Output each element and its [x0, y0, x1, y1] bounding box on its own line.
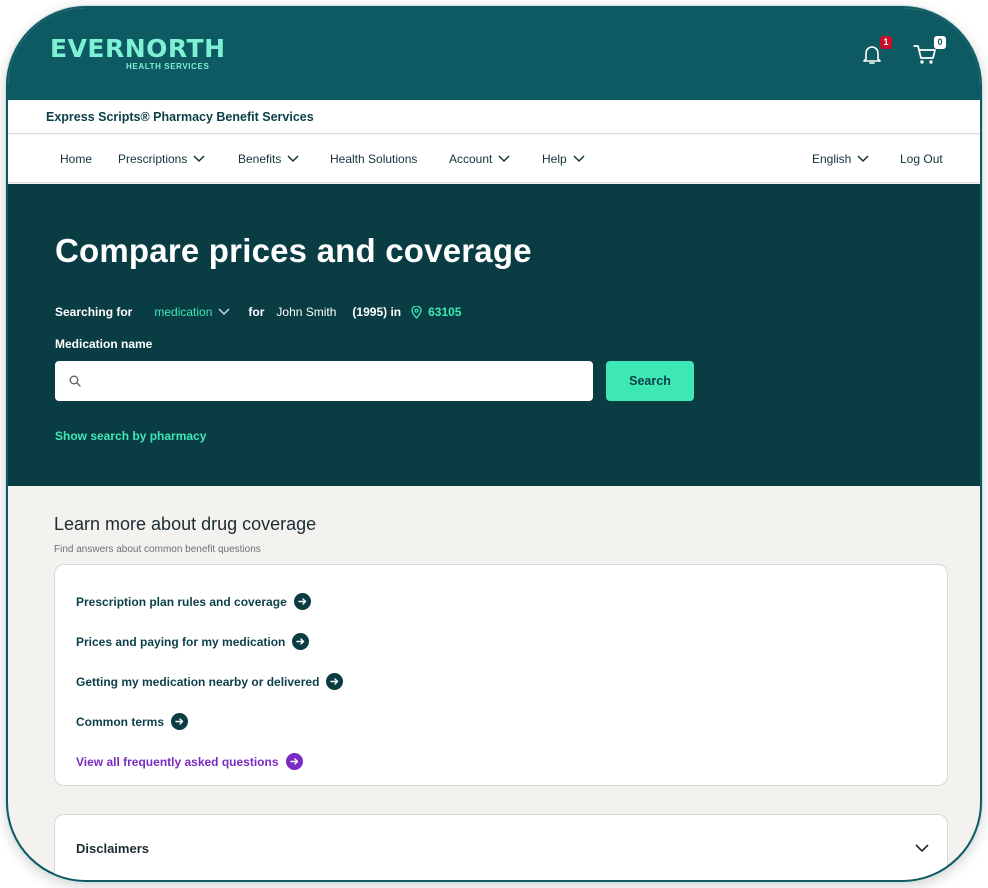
view-all-faq-link[interactable]: View all frequently asked questions	[76, 753, 303, 770]
nav-logout[interactable]: Log Out	[900, 152, 943, 166]
disclaimers-label: Disclaimers	[76, 841, 149, 856]
search-button[interactable]: Search	[606, 361, 694, 401]
hero-section: Compare prices and coverage Searching fo…	[8, 184, 980, 486]
faq-link-label: Getting my medication nearby or delivere…	[76, 674, 320, 689]
nav-prescriptions[interactable]: Prescriptions	[118, 152, 205, 166]
logo-subtitle: HEALTH SERVICES	[126, 62, 210, 71]
faq-link-plan-rules[interactable]: Prescription plan rules and coverage	[76, 593, 311, 610]
nav-prescriptions-label: Prescriptions	[118, 152, 188, 166]
brand-bar: EVERNORTH HEALTH SERVICES 1 0	[8, 8, 980, 100]
nav-home-label: Home	[60, 152, 93, 166]
nav-benefits-label: Benefits	[238, 152, 282, 166]
cart-badge: 0	[934, 36, 946, 49]
faq-link-label: Prices and paying for my medication	[76, 634, 286, 649]
for-label: for	[248, 305, 265, 319]
zip-selector[interactable]: 63105	[411, 305, 461, 319]
nav-account[interactable]: Account	[449, 152, 510, 166]
arrow-right-circle-icon	[326, 673, 344, 690]
faq-link-common-terms[interactable]: Common terms	[76, 713, 189, 730]
nav-logout-label: Log Out	[900, 152, 943, 166]
member-year: (1995) in	[352, 305, 402, 319]
search-type-value: medication	[154, 305, 213, 319]
arrow-right-circle-icon	[171, 713, 189, 730]
nav-language-label: English	[812, 152, 852, 166]
app-frame: EVERNORTH HEALTH SERVICES 1 0 Express Sc…	[6, 6, 982, 882]
main-nav: Home Prescriptions Benefits Health Solut…	[8, 135, 980, 183]
chevron-down-icon	[573, 155, 585, 163]
learn-more-heading: Learn more about drug coverage	[54, 514, 317, 534]
searching-for-label: Searching for	[55, 305, 133, 319]
faq-link-label: Common terms	[76, 714, 165, 729]
nav-health-solutions[interactable]: Health Solutions	[330, 152, 417, 166]
chevron-down-icon	[218, 308, 230, 316]
notification-badge: 1	[880, 36, 892, 49]
location-pin-icon	[411, 305, 422, 319]
arrow-right-circle-icon	[293, 593, 311, 610]
chevron-down-icon	[498, 155, 510, 163]
search-icon	[69, 375, 81, 387]
cart-button[interactable]: 0	[912, 36, 946, 68]
arrow-right-circle-icon	[292, 633, 310, 650]
chevron-down-icon	[287, 155, 299, 163]
subbrand-bar: Express Scripts® Pharmacy Benefit Servic…	[8, 100, 980, 134]
faq-link-prices[interactable]: Prices and paying for my medication	[76, 633, 310, 650]
nav-help-label: Help	[542, 152, 567, 166]
faq-link-label: View all frequently asked questions	[76, 754, 279, 769]
faq-card: Prescription plan rules and coverage Pri…	[54, 564, 948, 786]
evernorth-logo[interactable]: EVERNORTH	[50, 34, 226, 63]
zip-value: 63105	[428, 305, 462, 319]
subbrand-title[interactable]: Express Scripts® Pharmacy Benefit Servic…	[46, 110, 314, 124]
show-search-by-pharmacy-link[interactable]: Show search by pharmacy	[55, 429, 206, 443]
chevron-down-icon	[857, 155, 869, 163]
medication-name-label: Medication name	[55, 337, 153, 351]
nav-help[interactable]: Help	[542, 152, 585, 166]
learn-more-subtitle: Find answers about common benefit questi…	[54, 544, 261, 555]
notifications-button[interactable]: 1	[860, 36, 892, 68]
faq-link-delivery[interactable]: Getting my medication nearby or delivere…	[76, 673, 344, 690]
nav-account-label: Account	[449, 152, 493, 166]
nav-health-solutions-label: Health Solutions	[330, 152, 418, 166]
chevron-down-icon	[915, 844, 929, 853]
search-type-dropdown[interactable]: medication	[154, 305, 230, 319]
nav-benefits[interactable]: Benefits	[238, 152, 299, 166]
arrow-right-circle-icon	[285, 753, 303, 770]
nav-language[interactable]: English	[812, 152, 869, 166]
member-name[interactable]: John Smith	[276, 305, 336, 319]
faq-link-label: Prescription plan rules and coverage	[76, 594, 287, 609]
page-title: Compare prices and coverage	[55, 232, 532, 269]
search-context: Searching for medication for John Smith …	[55, 305, 461, 319]
medication-search-input[interactable]	[55, 361, 593, 401]
chevron-down-icon	[193, 155, 205, 163]
disclaimers-accordion[interactable]: Disclaimers	[54, 814, 948, 880]
nav-home[interactable]: Home	[60, 152, 92, 166]
